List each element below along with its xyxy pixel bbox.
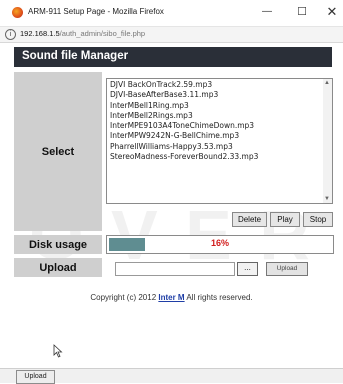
status-bar: Upload bbox=[0, 368, 343, 384]
delete-button[interactable]: Delete bbox=[232, 212, 267, 227]
disk-usage-percent: 16% bbox=[210, 238, 229, 248]
file-item[interactable]: DJVI-BaseAfterBase3.11.mp3 bbox=[110, 90, 320, 100]
sound-file-listbox[interactable]: DJVI BackOnTrack2.59.mp3 DJVI-BaseAfterB… bbox=[106, 78, 333, 204]
scroll-down-icon[interactable]: ▼ bbox=[324, 196, 330, 202]
upload-button[interactable]: Upload bbox=[266, 262, 308, 276]
file-item[interactable]: InterMPW9242N-G-BellChime.mp3 bbox=[110, 131, 320, 141]
window-titlebar: ARM-911 Setup Page - Mozilla Firefox — ☐… bbox=[0, 0, 343, 26]
info-icon[interactable]: i bbox=[5, 29, 16, 40]
url-text[interactable]: 192.168.1.5/auth_admin/sibo_file.php bbox=[20, 29, 145, 38]
brand-link[interactable]: Inter M bbox=[158, 293, 184, 302]
file-item[interactable]: InterMBell1Ring.mp3 bbox=[110, 101, 320, 111]
url-host: 192.168.1.5 bbox=[20, 29, 60, 38]
url-path: /auth_admin/sibo_file.php bbox=[59, 29, 146, 38]
address-bar[interactable]: i 192.168.1.5/auth_admin/sibo_file.php bbox=[0, 26, 343, 43]
disk-usage-bar: 16% bbox=[106, 235, 334, 254]
listbox-scrollbar[interactable]: ▲ ▼ bbox=[323, 79, 332, 203]
file-item[interactable]: DJVI BackOnTrack2.59.mp3 bbox=[110, 80, 320, 90]
disk-usage-label: Disk usage bbox=[14, 235, 102, 254]
minimize-button[interactable]: — bbox=[257, 3, 277, 21]
copyright-suffix: All rights reserved. bbox=[184, 293, 253, 302]
file-item[interactable]: StereoMadness-ForeverBound2.33.mp3 bbox=[110, 152, 320, 162]
file-item[interactable]: InterMPE9103A4ToneChimeDown.mp3 bbox=[110, 121, 320, 131]
maximize-button[interactable]: ☐ bbox=[292, 3, 312, 21]
file-item[interactable]: InterMBell2Rings.mp3 bbox=[110, 111, 320, 121]
select-label: Select bbox=[14, 72, 102, 231]
copyright-text: Copyright (c) 2012 Inter M All rights re… bbox=[0, 293, 343, 302]
firefox-icon bbox=[12, 7, 23, 18]
stop-button[interactable]: Stop bbox=[303, 212, 333, 227]
browse-button[interactable]: ... bbox=[237, 262, 258, 276]
window-title: ARM-911 Setup Page - Mozilla Firefox bbox=[28, 7, 164, 16]
page-header: Sound file Manager bbox=[14, 47, 332, 67]
scroll-up-icon[interactable]: ▲ bbox=[324, 80, 330, 86]
upload-file-field[interactable] bbox=[115, 262, 235, 276]
close-button[interactable]: ✕ bbox=[322, 3, 342, 21]
copyright-prefix: Copyright (c) 2012 bbox=[90, 293, 159, 302]
play-button[interactable]: Play bbox=[270, 212, 300, 227]
file-item[interactable]: PharrellWilliams-Happy3.53.mp3 bbox=[110, 142, 320, 152]
file-list: DJVI BackOnTrack2.59.mp3 DJVI-BaseAfterB… bbox=[110, 80, 320, 202]
page-title: Sound file Manager bbox=[22, 50, 129, 62]
upload-label: Upload bbox=[14, 258, 102, 277]
mouse-cursor-icon bbox=[53, 344, 63, 358]
